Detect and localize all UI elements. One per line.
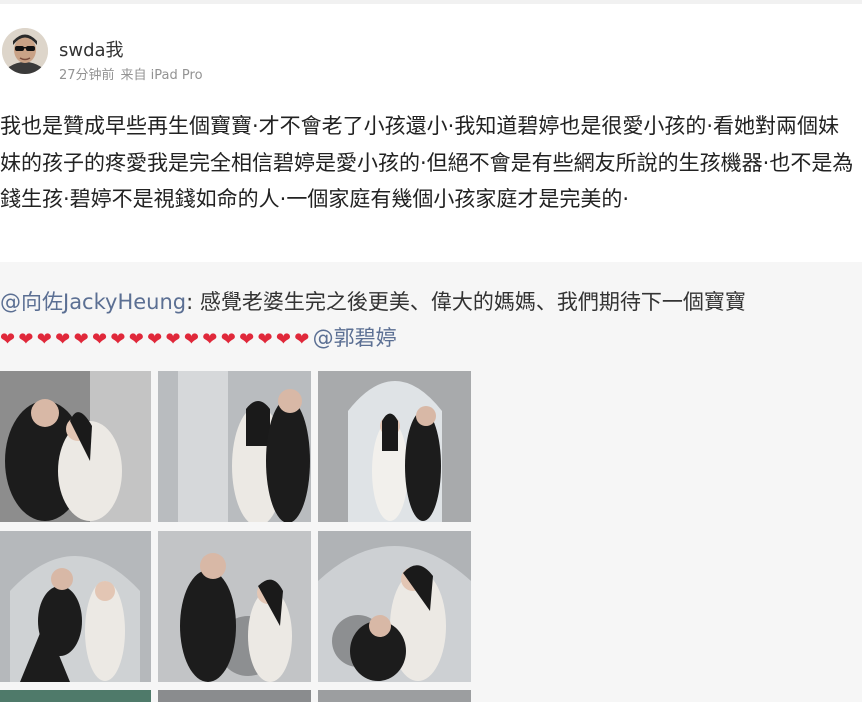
red-heart-icon: ❤ <box>128 329 144 350</box>
red-heart-icon: ❤ <box>36 329 52 350</box>
red-heart-icon: ❤ <box>239 329 255 350</box>
red-heart-icon: ❤ <box>147 329 163 350</box>
avatar[interactable] <box>2 28 48 74</box>
red-heart-icon: ❤ <box>275 329 291 350</box>
photo-thumbnail[interactable] <box>318 690 471 702</box>
red-heart-icon: ❤ <box>55 329 71 350</box>
post-time[interactable]: 27分钟前 <box>59 68 115 83</box>
red-heart-icon: ❤ <box>73 329 89 350</box>
red-heart-icon: ❤ <box>220 329 236 350</box>
photo-thumbnail[interactable] <box>0 531 151 682</box>
repost-text: @向佐JackyHeung: 感覺老婆生完之後更美、偉大的媽媽、我們期待下一個寶… <box>0 284 862 358</box>
repost-card[interactable]: @向佐JackyHeung: 感覺老婆生完之後更美、偉大的媽媽、我們期待下一個寶… <box>0 262 862 702</box>
photo-thumbnail[interactable] <box>318 371 471 522</box>
photo-thumbnail[interactable] <box>0 690 151 702</box>
red-heart-icon: ❤ <box>165 329 181 350</box>
top-divider <box>0 0 862 4</box>
photo-thumbnail[interactable] <box>158 690 311 702</box>
repost-body: : 感覺老婆生完之後更美、偉大的媽媽、我們期待下一個寶寶 <box>186 290 746 314</box>
photo-thumbnail[interactable] <box>158 531 311 682</box>
red-heart-icon: ❤ <box>18 329 34 350</box>
post-header: swda我 27分钟前 来自 iPad Pro <box>0 22 862 83</box>
photo-thumbnail[interactable] <box>318 531 471 682</box>
mention-link[interactable]: @郭碧婷 <box>313 326 397 350</box>
username[interactable]: swda我 <box>59 36 124 62</box>
photo-thumbnail[interactable] <box>0 371 151 522</box>
red-heart-icon: ❤ <box>0 329 16 350</box>
red-heart-icon: ❤ <box>91 329 108 350</box>
red-heart-icon: ❤ <box>110 329 126 350</box>
red-heart-icon: ❤ <box>202 329 218 350</box>
post-source: 来自 iPad Pro <box>120 68 203 83</box>
post-meta: 27分钟前 来自 iPad Pro <box>59 64 203 83</box>
photo-thumbnail[interactable] <box>158 371 311 522</box>
red-heart-icon: ❤ <box>183 329 199 350</box>
post-text: 我也是贊成早些再生個寶寶·才不會老了小孩還小·我知道碧婷也是很愛小孩的·看她對兩… <box>0 114 854 211</box>
repost-author-mention[interactable]: @向佐JackyHeung <box>0 290 186 314</box>
heart-emoji-row: ❤ ❤ ❤ ❤ ❤ ❤ ❤ ❤ ❤ ❤ ❤ ❤ ❤ ❤ ❤ ❤ ❤ <box>0 326 313 350</box>
red-heart-icon: ❤ <box>257 329 273 350</box>
red-heart-icon: ❤ <box>294 329 310 350</box>
